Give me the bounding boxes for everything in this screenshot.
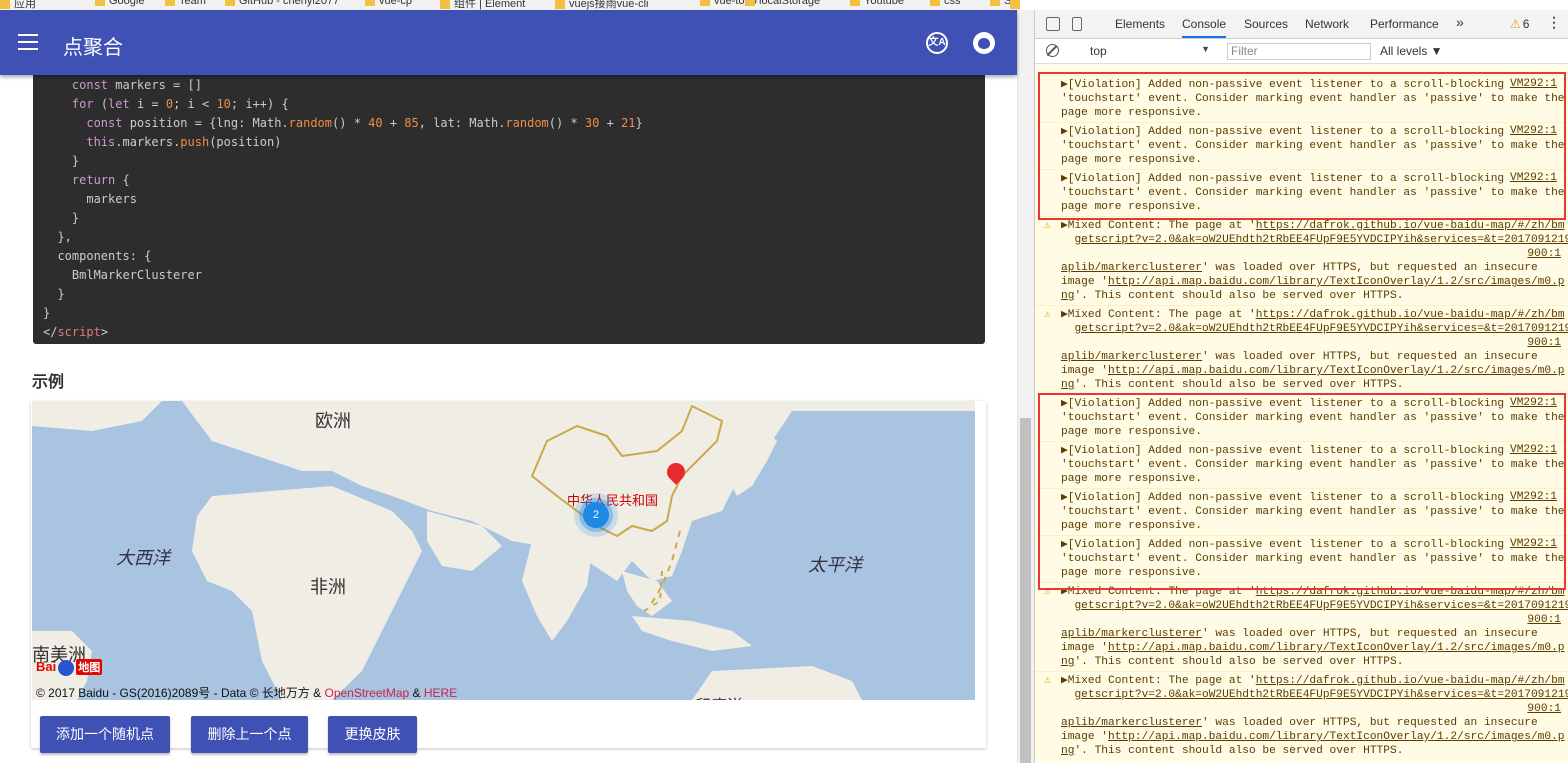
- map-label-china: 中华人民共和国: [567, 494, 659, 509]
- code-line: components: {: [43, 249, 152, 263]
- baidu-logo: Bai 地图: [36, 659, 103, 676]
- docs-page: 点聚合 文A const markers = [] for (let i = 0…: [0, 10, 1020, 763]
- code-line: </script>: [43, 325, 109, 339]
- code-line: }: [43, 154, 80, 168]
- bookmark-item[interactable]: Team: [165, 0, 206, 7]
- bookmark-item[interactable]: css: [930, 0, 961, 7]
- bookmark-item[interactable]: vue-cp: [365, 0, 412, 7]
- code-line: }: [43, 306, 51, 320]
- bookmark-item[interactable]: localStorage: [745, 0, 820, 7]
- page-scrollbar-thumb[interactable]: [1020, 418, 1031, 763]
- code-line: for (let i = 0; i < 10; i++) {: [71, 97, 289, 111]
- tab-performance[interactable]: Performance: [1370, 17, 1439, 31]
- map-label-bottom-ocean: 印度洋: [692, 692, 740, 700]
- annotation-highlight-box: [1038, 393, 1566, 590]
- code-line: const position = {lng: Math.random() * 4…: [86, 116, 643, 130]
- tab-sources[interactable]: Sources: [1244, 17, 1288, 31]
- map-copyright: © 2017 Baidu - GS(2016)2089号 - Data © 长地…: [36, 686, 458, 700]
- warning-icon: ⚠: [1044, 309, 1051, 321]
- console-filter-bar: top Filter All levels ▼: [1035, 39, 1568, 64]
- console-mixed-content-warning[interactable]: ⚠ ▶Mixed Content: The page at 'https://da…: [1035, 216, 1568, 305]
- console-mixed-content-warning[interactable]: ⚠ ▶Mixed Content: The page at 'https://da…: [1035, 582, 1568, 671]
- warning-count-badge[interactable]: 6: [1510, 17, 1530, 31]
- warning-icon: ⚠: [1044, 220, 1051, 232]
- tab-elements[interactable]: Elements: [1115, 17, 1165, 31]
- clear-console-icon[interactable]: [1046, 44, 1059, 57]
- bookmark-item[interactable]: 百度云盘: [1010, 0, 1020, 10]
- map-label-africa: 非洲: [310, 577, 346, 598]
- console-mixed-content-warning[interactable]: ⚠ ▶Mixed Content: The page at 'https://da…: [1035, 671, 1568, 760]
- map-label-pacific: 太平洋: [808, 555, 862, 576]
- code-line: }: [43, 287, 65, 301]
- language-icon[interactable]: 文A: [926, 32, 948, 54]
- menu-icon[interactable]: [18, 34, 38, 50]
- baidu-map[interactable]: 欧洲 大西洋 非洲 太平洋 中华人民共和国 南美洲 2 Bai 地图 © 2017…: [32, 401, 975, 700]
- annotation-highlight-box: [1038, 72, 1566, 220]
- devtools-panel: Elements Console Sources Network Perform…: [1034, 10, 1568, 763]
- bookmark-item[interactable]: vuejs接雨vue-cli: [555, 0, 648, 10]
- bookmark-item[interactable]: Google: [95, 0, 144, 7]
- context-select[interactable]: top: [1075, 43, 1215, 60]
- remove-last-point-button[interactable]: 删除上一个点: [191, 716, 308, 753]
- devtools-menu-icon[interactable]: ⋮: [1547, 14, 1561, 31]
- github-icon[interactable]: [973, 32, 995, 54]
- here-link[interactable]: HERE: [424, 686, 457, 700]
- more-tabs-icon[interactable]: »: [1456, 14, 1464, 30]
- filter-input[interactable]: Filter: [1227, 43, 1371, 60]
- marker-cluster[interactable]: 2: [583, 502, 609, 528]
- tab-console[interactable]: Console: [1182, 17, 1227, 38]
- change-skin-button[interactable]: 更换皮肤: [328, 716, 417, 753]
- code-line: }: [43, 211, 80, 225]
- code-line: this.markers.push(position): [86, 135, 282, 149]
- warning-icon: ⚠: [1044, 675, 1051, 687]
- demo-card: 欧洲 大西洋 非洲 太平洋 中华人民共和国 南美洲 2 Bai 地图 © 2017…: [31, 401, 986, 753]
- page-title: 点聚合: [63, 37, 123, 59]
- code-line: markers: [43, 192, 137, 206]
- section-title: 示例: [32, 374, 65, 391]
- console-mixed-content-warning[interactable]: ⚠ ▶Mixed Content: The page at 'https://da…: [1035, 305, 1568, 394]
- devtools-tabbar: Elements Console Sources Network Perform…: [1035, 10, 1568, 39]
- device-toolbar-icon[interactable]: [1072, 17, 1082, 31]
- map-label-europe: 欧洲: [315, 411, 351, 432]
- app-bar: 点聚合 文A: [0, 10, 1017, 75]
- code-line: const markers = []: [71, 78, 202, 92]
- baidu-paw-icon: [58, 659, 75, 676]
- console-messages: ▶[Violation] Added non-passive event lis…: [1035, 65, 1568, 763]
- add-random-point-button[interactable]: 添加一个随机点: [40, 716, 170, 753]
- code-line: },: [43, 230, 72, 244]
- bookmark-item[interactable]: 组件 | Element: [440, 0, 525, 10]
- code-block: const markers = [] for (let i = 0; i < 1…: [33, 75, 985, 344]
- tab-network[interactable]: Network: [1305, 17, 1349, 31]
- bookmark-item[interactable]: 应用: [0, 0, 36, 10]
- code-line: BmlMarkerClusterer: [43, 268, 202, 282]
- bookmarks-bar: 应用 Google Team GitHub - chenyl2077 vue-cp 组件 …: [0, 0, 1020, 10]
- log-levels-select[interactable]: All levels ▼: [1380, 44, 1443, 58]
- inspect-element-icon[interactable]: [1046, 17, 1060, 31]
- osm-link[interactable]: OpenStreetMap: [324, 686, 409, 700]
- bookmark-item[interactable]: Youtube: [850, 0, 904, 7]
- map-label-atlantic: 大西洋: [116, 548, 170, 569]
- code-line: return {: [71, 173, 130, 187]
- bookmark-item[interactable]: GitHub - chenyl2077: [225, 0, 339, 7]
